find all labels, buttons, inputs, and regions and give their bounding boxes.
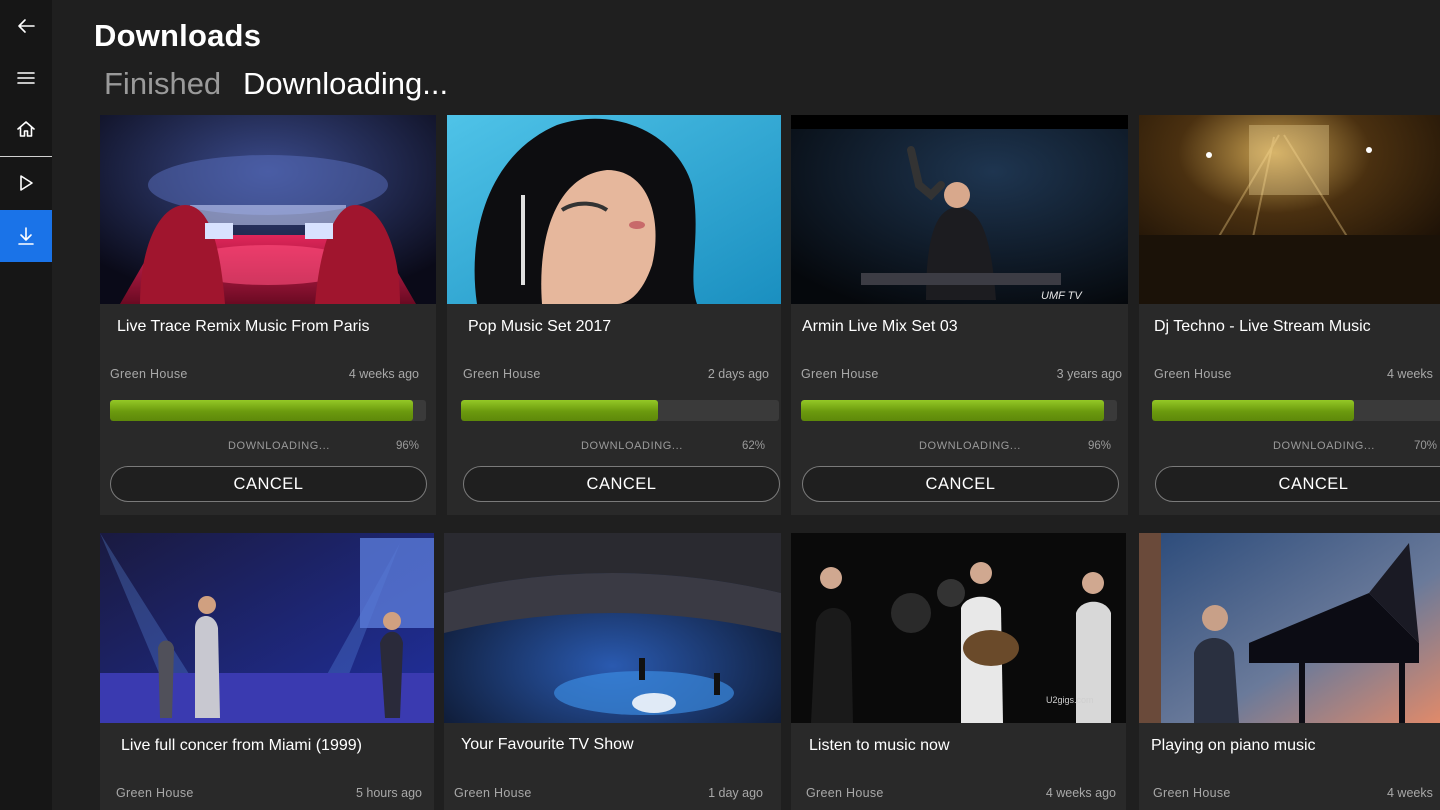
upload-age: 4 weeks bbox=[1387, 367, 1433, 381]
progress-fill bbox=[801, 400, 1105, 421]
download-icon bbox=[18, 227, 34, 245]
video-thumbnail[interactable] bbox=[100, 533, 434, 723]
download-card[interactable]: Live Trace Remix Music From Paris Green … bbox=[100, 115, 436, 515]
video-title[interactable]: Your Favourite TV Show bbox=[461, 736, 634, 754]
upload-age: 1 day ago bbox=[708, 786, 763, 800]
hamburger-icon bbox=[17, 72, 35, 84]
download-status: DOWNLOADING... bbox=[228, 440, 330, 452]
upload-age: 4 weeks ago bbox=[348, 367, 419, 381]
video-title[interactable]: Armin Live Mix Set 03 bbox=[802, 318, 958, 336]
channel-name: Green House bbox=[1154, 367, 1232, 381]
video-card[interactable]: Your Favourite TV Show Green House 1 day… bbox=[444, 533, 781, 810]
download-percent: 96% bbox=[1087, 440, 1111, 452]
channel-name: Green House bbox=[1153, 786, 1231, 800]
play-icon bbox=[20, 175, 33, 191]
download-card[interactable]: UMF TV Armin Live Mix Set 03 Green House… bbox=[791, 115, 1128, 515]
video-title[interactable]: Live full concer from Miami (1999) bbox=[121, 737, 362, 755]
video-thumbnail[interactable] bbox=[444, 533, 781, 723]
upload-age: 5 hours ago bbox=[355, 786, 422, 800]
video-thumbnail[interactable] bbox=[1139, 533, 1440, 723]
back-button[interactable] bbox=[0, 0, 52, 52]
download-percent: 70% bbox=[1414, 440, 1438, 452]
download-percent: 96% bbox=[395, 440, 419, 452]
download-percent: 62% bbox=[741, 440, 765, 452]
cancel-button[interactable]: CANCEL bbox=[110, 466, 427, 502]
channel-name: Green House bbox=[110, 367, 188, 381]
video-thumbnail[interactable] bbox=[1139, 115, 1440, 304]
tab-downloading[interactable]: Downloading... bbox=[243, 66, 448, 102]
video-thumbnail[interactable]: UMF TV bbox=[791, 115, 1128, 304]
progress-fill bbox=[1152, 400, 1354, 421]
channel-name: Green House bbox=[806, 786, 884, 800]
cancel-button[interactable]: CANCEL bbox=[1155, 466, 1440, 502]
progress-bar bbox=[461, 400, 779, 421]
video-card[interactable]: Playing on piano music Green House 4 wee… bbox=[1139, 533, 1440, 810]
channel-name: Green House bbox=[463, 367, 541, 381]
downloads-button[interactable] bbox=[0, 210, 52, 262]
video-thumbnail[interactable] bbox=[447, 115, 781, 304]
arrow-left-icon bbox=[18, 19, 35, 33]
video-title[interactable]: Live Trace Remix Music From Paris bbox=[117, 318, 370, 336]
tab-finished[interactable]: Finished bbox=[104, 66, 221, 102]
progress-bar bbox=[110, 400, 426, 421]
download-card[interactable]: Pop Music Set 2017 Green House 2 days ag… bbox=[447, 115, 781, 515]
video-card[interactable]: U2gigs.com Listen to music now Green Hou… bbox=[791, 533, 1126, 810]
upload-age: 4 weeks bbox=[1387, 786, 1433, 800]
channel-name: Green House bbox=[801, 367, 879, 381]
video-thumbnail[interactable] bbox=[100, 115, 436, 304]
watermark-text: UMF TV bbox=[1041, 290, 1083, 302]
video-card[interactable]: Live full concer from Miami (1999) Green… bbox=[100, 533, 434, 810]
upload-age: 4 weeks ago bbox=[1045, 786, 1116, 800]
download-status: DOWNLOADING... bbox=[581, 440, 683, 452]
cancel-button[interactable]: CANCEL bbox=[802, 466, 1119, 502]
progress-bar bbox=[1152, 400, 1440, 421]
home-button[interactable] bbox=[0, 103, 52, 155]
progress-fill bbox=[110, 400, 414, 421]
watermark-text: U2gigs.com bbox=[1046, 695, 1094, 705]
upload-age: 3 years ago bbox=[1056, 367, 1122, 381]
video-title[interactable]: Playing on piano music bbox=[1151, 737, 1316, 755]
progress-fill bbox=[461, 400, 659, 421]
video-thumbnail[interactable]: U2gigs.com bbox=[791, 533, 1126, 723]
progress-bar bbox=[801, 400, 1117, 421]
download-status: DOWNLOADING... bbox=[1273, 440, 1375, 452]
download-card[interactable]: Dj Techno - Live Stream Music Green Hous… bbox=[1139, 115, 1440, 515]
home-icon bbox=[17, 121, 35, 137]
video-title[interactable]: Dj Techno - Live Stream Music bbox=[1154, 318, 1371, 336]
cancel-button[interactable]: CANCEL bbox=[463, 466, 780, 502]
page-title: Downloads bbox=[94, 18, 262, 53]
video-title[interactable]: Listen to music now bbox=[809, 737, 950, 755]
play-button[interactable] bbox=[0, 157, 52, 209]
menu-button[interactable] bbox=[0, 52, 52, 104]
upload-age: 2 days ago bbox=[707, 367, 769, 381]
video-title[interactable]: Pop Music Set 2017 bbox=[468, 318, 611, 336]
channel-name: Green House bbox=[116, 786, 194, 800]
download-status: DOWNLOADING... bbox=[919, 440, 1021, 452]
channel-name: Green House bbox=[454, 786, 532, 800]
sidebar bbox=[0, 0, 52, 810]
